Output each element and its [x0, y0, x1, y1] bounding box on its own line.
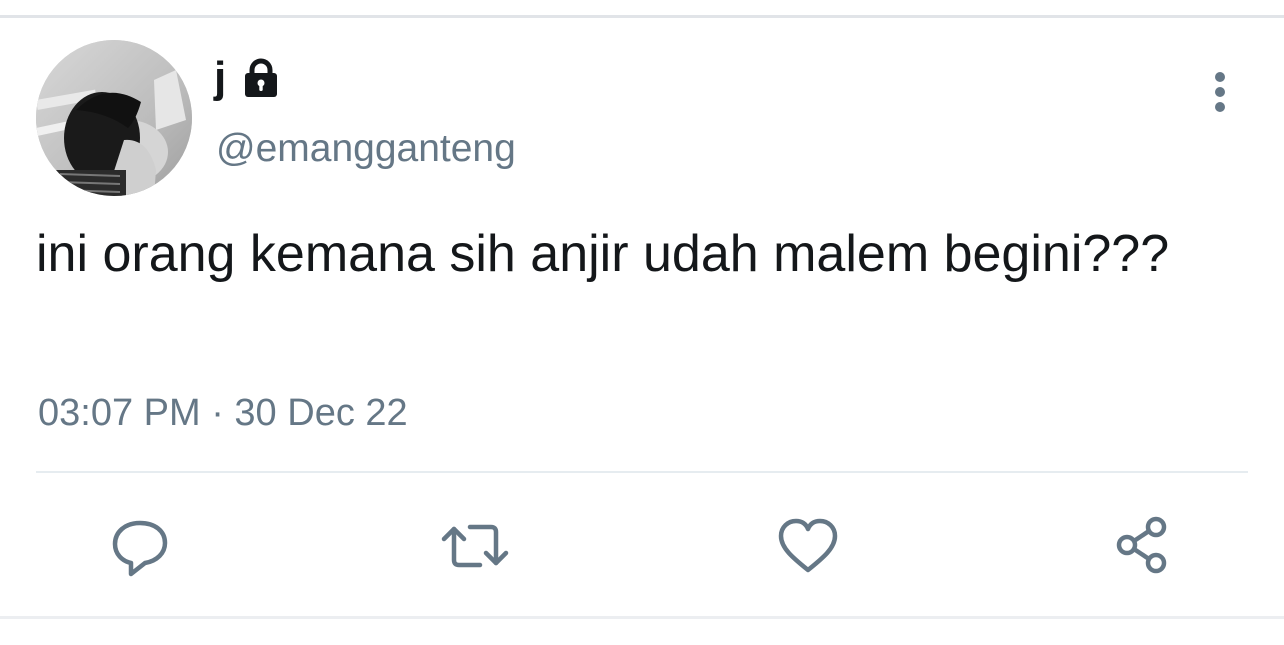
heart-icon	[778, 518, 838, 573]
avatar-photo	[36, 40, 192, 196]
top-separator	[0, 15, 1284, 18]
bottom-separator	[0, 616, 1284, 619]
action-bar-divider	[36, 471, 1248, 473]
tweet-text: ini orang kemana sih anjir udah malem be…	[36, 225, 1170, 283]
like-button[interactable]	[773, 510, 843, 580]
more-vertical-icon[interactable]	[1205, 70, 1235, 114]
display-name[interactable]: j	[214, 50, 226, 106]
lock-icon	[245, 58, 277, 97]
reply-button[interactable]	[104, 510, 174, 580]
user-handle[interactable]: @emangganteng	[216, 124, 516, 174]
share-button[interactable]	[1108, 510, 1178, 580]
reply-icon	[112, 520, 168, 577]
share-icon	[1116, 516, 1167, 574]
tweet-timestamp[interactable]: 03:07 PM · 30 Dec 22	[38, 388, 408, 438]
retweet-icon	[441, 524, 509, 568]
retweet-button[interactable]	[440, 510, 510, 580]
avatar[interactable]	[36, 40, 192, 196]
